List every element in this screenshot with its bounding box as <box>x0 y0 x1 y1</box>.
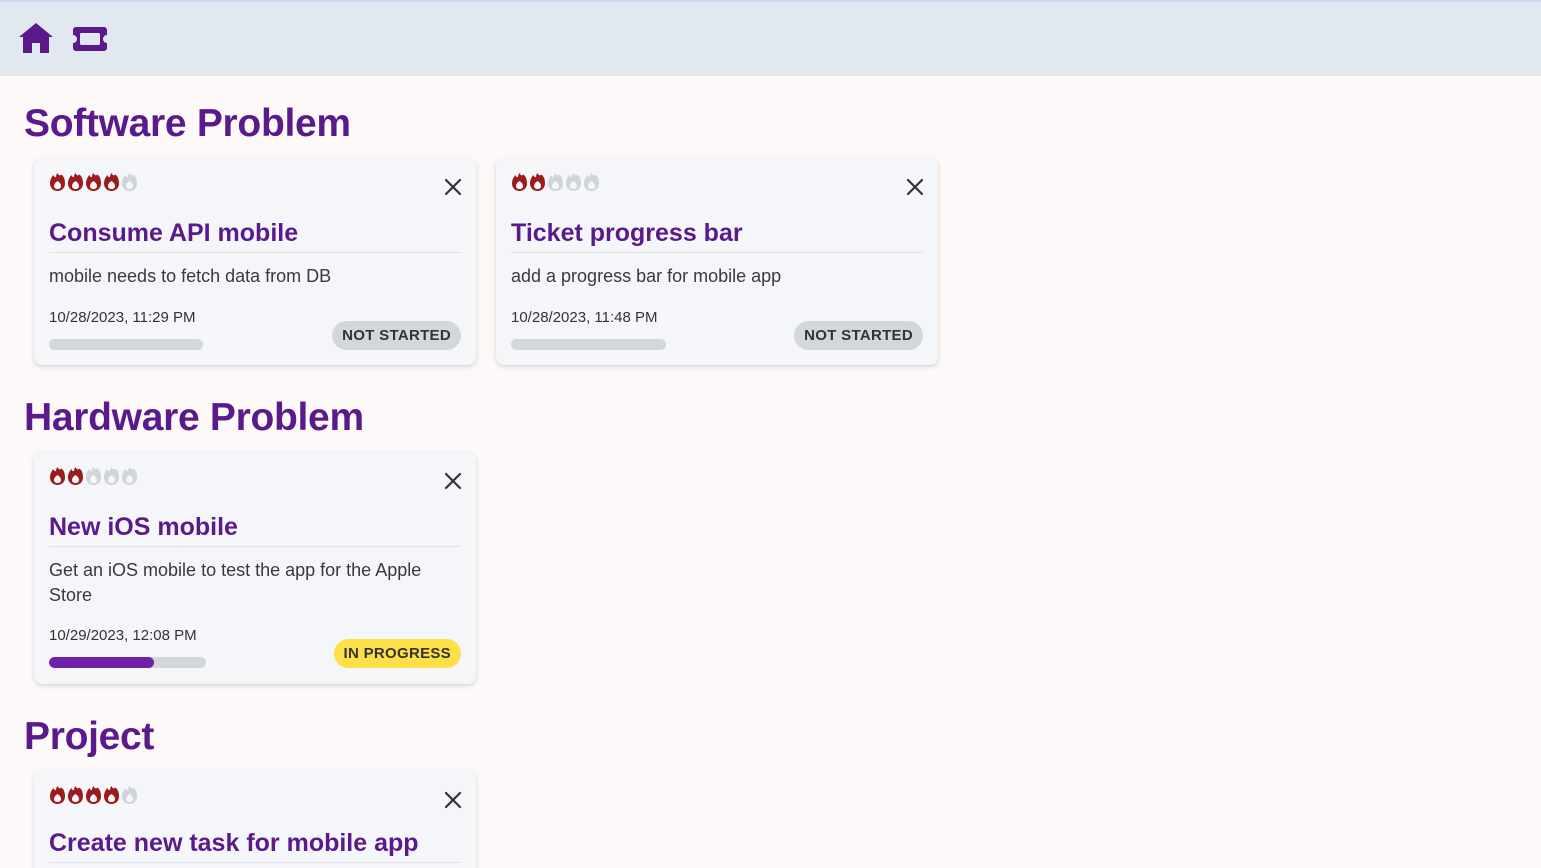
priority-flames <box>511 172 600 192</box>
flame-icon-active <box>530 173 545 191</box>
ticket-card[interactable]: Create new task for mobile app <box>34 771 476 868</box>
ticket-date: 10/28/2023, 11:48 PM <box>511 309 658 326</box>
flame-icon-active <box>50 173 65 191</box>
ticket-title: New iOS mobile <box>49 513 461 547</box>
flame-icon-inactive <box>122 467 137 485</box>
close-icon[interactable] <box>444 178 462 196</box>
close-icon[interactable] <box>906 178 924 196</box>
ticket-icon[interactable] <box>72 26 108 52</box>
ticket-description: mobile needs to fetch data from DB <box>49 266 332 286</box>
ticket-progress-bar <box>511 339 666 350</box>
priority-flames <box>49 466 138 486</box>
close-icon[interactable] <box>444 472 462 490</box>
home-icon[interactable] <box>18 22 54 54</box>
flame-icon-active <box>512 173 527 191</box>
ticket-date: 10/28/2023, 11:29 PM <box>49 309 196 326</box>
flame-icon-active <box>68 173 83 191</box>
flame-icon-inactive <box>104 467 119 485</box>
status-badge: NOT STARTED <box>794 321 923 350</box>
ticket-description: Get an iOS mobile to test the app for th… <box>49 560 422 605</box>
flame-icon-active <box>104 173 119 191</box>
flame-icon-active <box>68 467 83 485</box>
flame-icon-active <box>50 786 65 804</box>
flame-icon-active <box>86 786 101 804</box>
ticket-progress-bar <box>49 657 206 668</box>
ticket-title: Create new task for mobile app <box>49 829 461 863</box>
ticket-progress-bar <box>49 339 203 350</box>
section-title: Software Problem <box>24 102 351 145</box>
flame-icon-inactive <box>122 786 137 804</box>
section-title: Hardware Problem <box>24 396 364 439</box>
flame-icon-inactive <box>122 173 137 191</box>
flame-icon-active <box>86 173 101 191</box>
flame-icon-inactive <box>86 467 101 485</box>
ticket-title: Ticket progress bar <box>511 219 923 253</box>
priority-flames <box>49 785 138 805</box>
ticket-title: Consume API mobile <box>49 219 461 253</box>
top-navbar <box>0 0 1541 76</box>
section-title: Project <box>24 715 155 758</box>
priority-flames <box>49 172 138 192</box>
flame-icon-active <box>68 786 83 804</box>
ticket-card[interactable]: New iOS mobile Get an iOS mobile to test… <box>34 452 476 684</box>
status-badge: NOT STARTED <box>332 321 461 350</box>
flame-icon-active <box>104 786 119 804</box>
ticket-date: 10/29/2023, 12:08 PM <box>49 627 197 644</box>
close-icon[interactable] <box>444 791 462 809</box>
flame-icon-inactive <box>584 173 599 191</box>
ticket-description: add a progress bar for mobile app <box>511 266 782 286</box>
flame-icon-inactive <box>566 173 581 191</box>
status-badge: IN PROGRESS <box>333 639 461 668</box>
ticket-card[interactable]: Ticket progress bar add a progress bar f… <box>496 158 938 365</box>
ticket-card[interactable]: Consume API mobile mobile needs to fetch… <box>34 158 476 365</box>
flame-icon-inactive <box>548 173 563 191</box>
progress-fill <box>49 657 155 668</box>
flame-icon-active <box>50 467 65 485</box>
